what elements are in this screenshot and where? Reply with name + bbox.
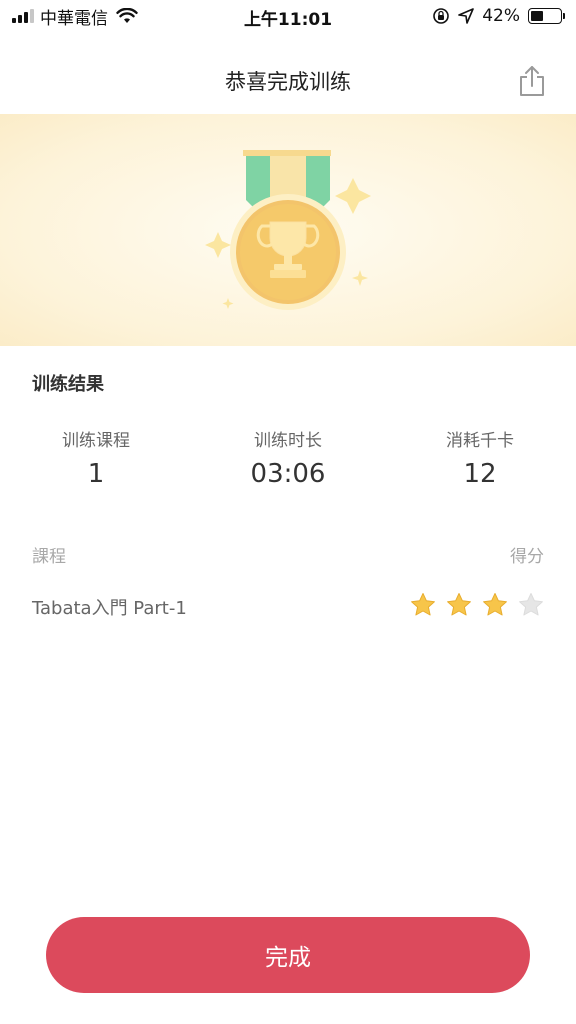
stat-label: 训练时长 (254, 431, 322, 451)
status-bar: 中華電信 上午11:01 42% (0, 0, 576, 34)
results-title: 训练结果 (32, 374, 104, 395)
status-right: 42% (432, 6, 565, 26)
page-title: 恭喜完成训练 (225, 70, 351, 94)
course-name: Tabata入門 Part-1 (32, 598, 187, 619)
stat-label: 消耗千卡 (446, 431, 514, 451)
star-rating (410, 592, 544, 618)
stat-value: 03:06 (250, 459, 326, 489)
share-button[interactable] (516, 64, 548, 98)
done-button[interactable]: 完成 (46, 917, 530, 993)
star-filled-icon (483, 593, 507, 616)
orientation-lock-icon (433, 8, 450, 24)
stat-duration: 训练时长 03:06 (208, 426, 368, 489)
nav-bar: 恭喜完成训练 (0, 34, 576, 114)
trophy-medal-icon (205, 150, 371, 310)
achievement-banner (0, 114, 576, 346)
battery-percent: 42% (482, 6, 520, 26)
course-column-header: 課程 (32, 547, 66, 567)
battery-icon (528, 8, 565, 24)
score-column-header: 得分 (510, 547, 544, 567)
star-empty-icon (519, 593, 543, 616)
stat-value: 1 (87, 459, 105, 489)
star-filled-icon (411, 593, 435, 616)
stat-calories: 消耗千卡 12 (400, 426, 560, 489)
stat-label: 训练课程 (62, 431, 130, 451)
location-arrow-icon (458, 8, 475, 24)
stat-value: 12 (463, 459, 497, 489)
share-icon (520, 66, 544, 96)
stat-course-count: 训练课程 1 (16, 426, 176, 489)
done-button-label: 完成 (265, 945, 311, 971)
star-filled-icon (447, 593, 471, 616)
